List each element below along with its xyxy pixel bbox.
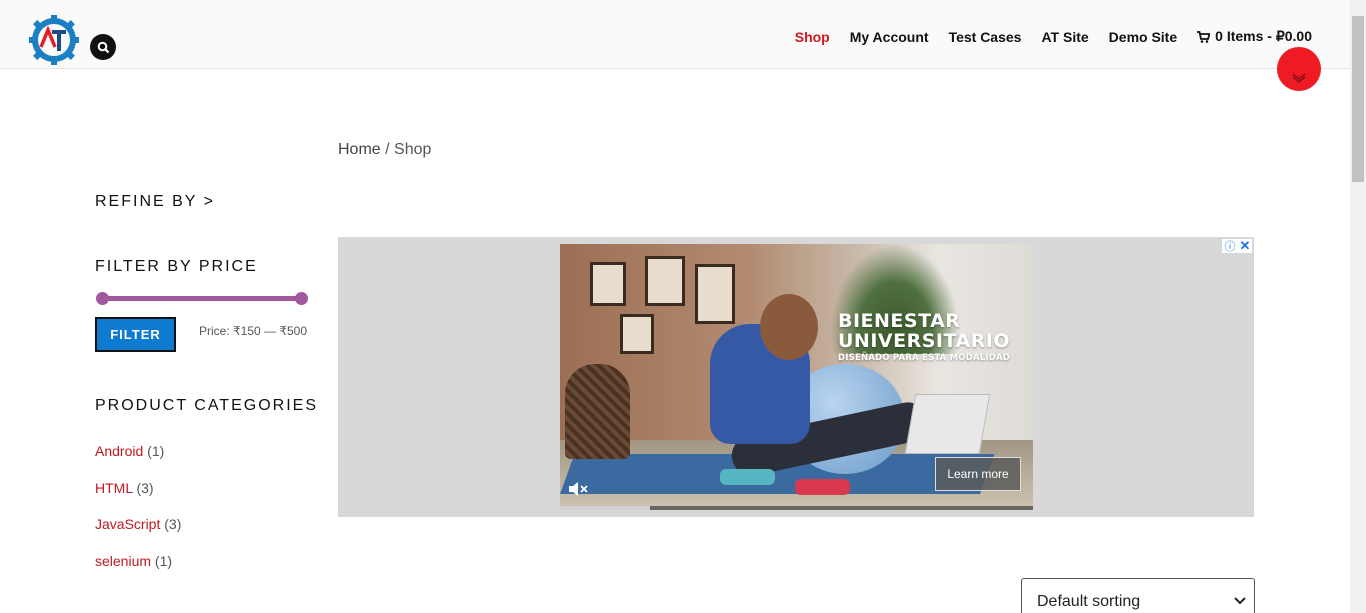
nav-shop[interactable]: Shop: [795, 28, 830, 45]
ad-dumbbell-red: [795, 479, 850, 495]
sort-select[interactable]: Default sorting: [1021, 578, 1255, 613]
category-count: (3): [164, 516, 182, 532]
price-range-label: Price: ₹150 — ₹500: [199, 324, 307, 338]
scrollbar-thumb[interactable]: [1352, 16, 1364, 182]
category-link-html[interactable]: HTML: [95, 480, 133, 496]
ad-video[interactable]: BIENESTAR UNIVERSITARIO DISEÑADO PARA ES…: [560, 244, 1033, 510]
list-item: HTML (3): [95, 480, 181, 517]
logo-gear-icon[interactable]: [28, 14, 80, 66]
ad-wall-frame: [695, 264, 735, 324]
product-categories-heading: PRODUCT CATEGORIES: [95, 397, 318, 414]
price-slider-min-handle[interactable]: [96, 292, 109, 305]
ad-headline-line-2: UNIVERSITARIO: [838, 330, 1011, 352]
search-button[interactable]: [90, 34, 116, 60]
price-slider-range: [100, 296, 304, 301]
video-progress-bar[interactable]: [560, 506, 1033, 510]
ad-info-icon[interactable]: ⓘ: [1222, 239, 1238, 253]
category-list: Android (1) HTML (3) JavaScript (3) sele…: [95, 443, 181, 589]
list-item: JavaScript (3): [95, 516, 181, 553]
breadcrumb-current: Shop: [394, 141, 432, 158]
price-slider-max-handle[interactable]: [295, 292, 308, 305]
list-item: Android (1): [95, 443, 181, 480]
ad-person-head: [760, 294, 818, 360]
price-slider[interactable]: [96, 292, 308, 305]
advertisement[interactable]: ⓘ ✕ BIENESTAR UNIVERSITARIO DISEÑADO PAR…: [338, 237, 1254, 517]
main-nav: Shop My Account Test Cases AT Site Demo …: [775, 28, 1312, 45]
breadcrumb-home-link[interactable]: Home: [338, 141, 381, 158]
ad-bag: [565, 364, 630, 459]
ad-tagline: DISEÑADO PARA ESTA MODALIDAD: [838, 353, 1010, 363]
nav-test-cases[interactable]: Test Cases: [949, 28, 1022, 45]
ad-wall-frame: [590, 262, 626, 306]
learn-more-button[interactable]: Learn more: [935, 457, 1021, 491]
breadcrumb: Home / Shop: [338, 141, 431, 159]
ad-wall-frame: [645, 256, 685, 306]
site-header: Shop My Account Test Cases AT Site Demo …: [0, 0, 1350, 69]
nav-at-site[interactable]: AT Site: [1041, 28, 1088, 45]
nav-cart[interactable]: 0 Items - ₽0.00: [1197, 28, 1312, 45]
page-scrollbar[interactable]: [1350, 0, 1366, 613]
ad-dumbbell-blue: [720, 469, 775, 485]
cart-summary: 0 Items - ₽0.00: [1215, 28, 1312, 44]
ad-headline: BIENESTAR UNIVERSITARIO DISEÑADO PARA ES…: [838, 312, 1010, 363]
category-count: (3): [136, 479, 154, 496]
list-item: selenium (1): [95, 553, 181, 590]
page: Shop My Account Test Cases AT Site Demo …: [0, 0, 1366, 613]
cart-icon: [1197, 30, 1211, 43]
nav-demo-site[interactable]: Demo Site: [1109, 28, 1177, 45]
search-icon: [97, 41, 109, 53]
category-count: (1): [154, 552, 173, 569]
filter-button[interactable]: FILTER: [95, 317, 176, 352]
ad-headline-line-1: BIENESTAR: [838, 310, 961, 332]
filter-by-price-heading: FILTER BY PRICE: [95, 258, 258, 275]
category-link-selenium[interactable]: selenium: [95, 553, 151, 569]
chevron-down-icon: [1234, 597, 1246, 605]
nav-my-account[interactable]: My Account: [850, 28, 929, 45]
category-count: (1): [147, 443, 165, 459]
sort-selected-value: Default sorting: [1037, 593, 1141, 610]
chevron-down-icon: [1292, 73, 1306, 83]
ad-laptop: [904, 394, 991, 454]
mute-icon[interactable]: [568, 480, 588, 498]
ad-close-icon[interactable]: ✕: [1238, 238, 1252, 253]
category-link-javascript[interactable]: JavaScript: [95, 516, 160, 532]
ad-wall-frame: [620, 314, 654, 354]
breadcrumb-separator: /: [380, 141, 395, 158]
scroll-down-button[interactable]: [1277, 47, 1321, 91]
refine-by-heading[interactable]: REFINE BY >: [95, 193, 215, 211]
category-link-android[interactable]: Android: [95, 443, 143, 459]
video-progress-fill: [560, 506, 650, 510]
